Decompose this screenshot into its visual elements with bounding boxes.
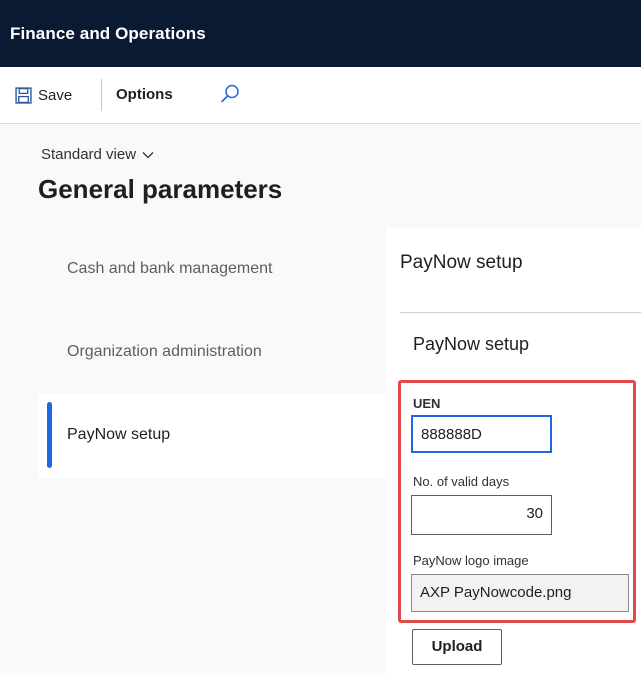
- nav-item-organization-administration[interactable]: Organization administration: [38, 311, 386, 395]
- logo-image-label: PayNow logo image: [413, 553, 529, 568]
- nav-item-label: Organization administration: [67, 343, 262, 360]
- nav-item-cash-and-bank-management[interactable]: Cash and bank management: [38, 228, 386, 312]
- nav-item-label: Cash and bank management: [67, 260, 273, 277]
- page: Finance and Operations Save Options Stan…: [0, 0, 641, 675]
- page-title: General parameters: [38, 174, 283, 204]
- save-button[interactable]: Save: [15, 82, 72, 108]
- view-selector[interactable]: Standard view: [41, 146, 154, 163]
- app-bar: Finance and Operations: [0, 0, 641, 67]
- options-tab[interactable]: Options: [116, 86, 173, 103]
- toolbar-divider: [101, 79, 102, 111]
- search-icon[interactable]: [219, 83, 241, 105]
- upload-button[interactable]: Upload: [412, 629, 502, 665]
- uen-label: UEN: [413, 396, 441, 411]
- panel-divider: [400, 312, 641, 313]
- action-pane: Save Options: [0, 67, 641, 124]
- logo-image-field: AXP PayNowcode.png: [411, 574, 629, 612]
- valid-days-field[interactable]: 30: [411, 495, 552, 535]
- nav-item-label: PayNow setup: [67, 426, 171, 443]
- valid-days-label: No. of valid days: [413, 474, 510, 489]
- chevron-down-icon: [142, 151, 154, 158]
- save-button-label: Save: [38, 86, 73, 104]
- nav-item-paynow-setup[interactable]: PayNow setup: [38, 394, 386, 478]
- selected-indicator: [47, 402, 52, 468]
- app-title: Finance and Operations: [10, 24, 206, 43]
- save-icon: [15, 86, 32, 104]
- panel-title: PayNow setup: [400, 252, 523, 273]
- section-header-paynow-setup[interactable]: PayNow setup: [413, 334, 529, 355]
- uen-field[interactable]: 888888D: [411, 415, 552, 453]
- view-selector-label: Standard view: [41, 146, 137, 163]
